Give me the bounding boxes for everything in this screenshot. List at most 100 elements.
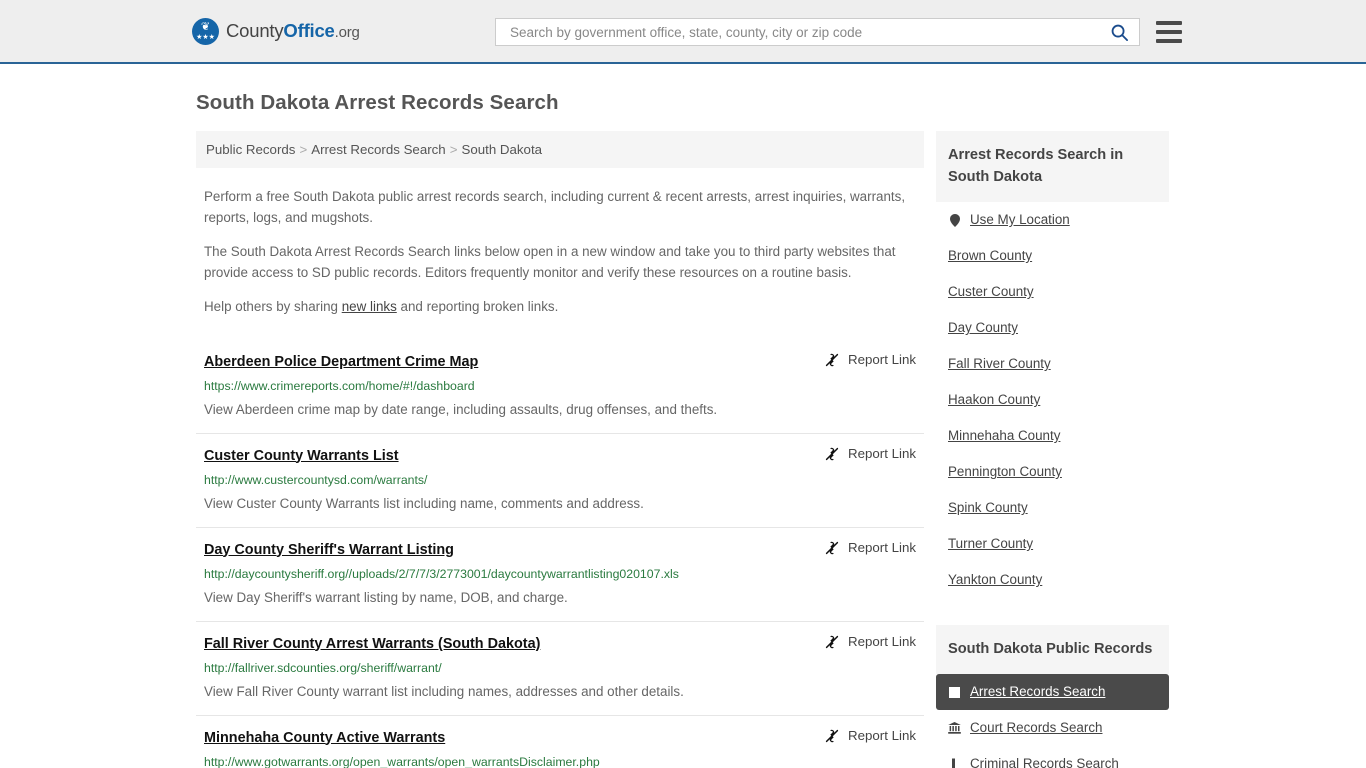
broken-link-icon — [825, 541, 839, 554]
sidebar: Arrest Records Search in South Dakota Us… — [936, 131, 1169, 768]
result-title-link[interactable]: Day County Sheriff's Warrant Listing — [204, 541, 454, 559]
result-url: http://fallriver.sdcounties.org/sheriff/… — [204, 660, 442, 675]
result-description: View Aberdeen crime map by date range, i… — [204, 401, 718, 417]
sidebar-counties-list: Use My Location Brown County Custer Coun… — [936, 202, 1169, 598]
report-link-button[interactable]: Report Link — [824, 540, 916, 556]
result-title-link[interactable]: Minnehaha County Active Warrants — [204, 729, 445, 747]
sidebar-link-minnehaha-county[interactable]: Minnehaha County — [948, 427, 1060, 445]
new-links-link[interactable]: new links — [342, 299, 397, 314]
sidebar-item-pennington-county[interactable]: Pennington County — [936, 454, 1169, 490]
site-logo[interactable]: ❦ ★★★ CountyOffice.org — [192, 17, 360, 45]
sidebar-link-brown-county[interactable]: Brown County — [948, 247, 1032, 265]
intro-paragraph-1: Perform a free South Dakota public arres… — [204, 189, 906, 225]
sidebar-item-criminal-records-search[interactable]: Criminal Records Search — [936, 746, 1169, 768]
sidebar-link-pennington-county[interactable]: Pennington County — [948, 463, 1062, 481]
result-item: Day County Sheriff's Warrant Listing Rep… — [196, 526, 924, 621]
breadcrumb-item-public-records[interactable]: Public Records — [206, 142, 295, 157]
sidebar-link-spink-county[interactable]: Spink County — [948, 499, 1028, 517]
content-columns: Public Records > Arrest Records Search > Sou… — [196, 131, 1174, 768]
sidebar-item-fall-river-county[interactable]: Fall River County — [936, 346, 1169, 382]
report-link-button[interactable]: Report Link — [824, 634, 916, 650]
sidebar-link-custer-county[interactable]: Custer County — [948, 283, 1034, 301]
logo-text: CountyOffice.org — [226, 20, 360, 42]
broken-link-icon — [825, 353, 839, 366]
report-link-label: Report Link — [848, 446, 916, 461]
result-item: Minnehaha County Active Warrants Report … — [196, 714, 924, 768]
breadcrumb-separator-1: > — [299, 142, 308, 157]
intro-paragraph-2: The South Dakota Arrest Records Search l… — [204, 244, 896, 280]
result-item: Fall River County Arrest Warrants (South… — [196, 620, 924, 715]
map-pin-icon — [948, 213, 961, 227]
result-url: https://www.crimereports.com/home/#!/das… — [204, 378, 475, 393]
logo-text-dotorg: .org — [334, 24, 360, 41]
breadcrumb-item-arrest-records-search[interactable]: Arrest Records Search — [311, 142, 446, 157]
eagle-glyph: ❦ — [200, 20, 211, 33]
sidebar-item-day-county[interactable]: Day County — [936, 310, 1169, 346]
sidebar-link-court-records-search[interactable]: Court Records Search — [970, 719, 1102, 737]
intro-section: Perform a free South Dakota public arres… — [196, 187, 924, 318]
sidebar-item-turner-county[interactable]: Turner County — [936, 526, 1169, 562]
sidebar-item-yankton-county[interactable]: Yankton County — [936, 562, 1169, 598]
result-item: Custer County Warrants List Report Link … — [196, 432, 924, 527]
broken-link-icon — [825, 729, 839, 742]
sidebar-item-custer-county[interactable]: Custer County — [936, 274, 1169, 310]
hamburger-bar-2 — [1156, 30, 1182, 34]
result-description: View Custer County Warrants list includi… — [204, 495, 644, 511]
breadcrumb: Public Records > Arrest Records Search > Sou… — [196, 131, 924, 168]
main-column: Public Records > Arrest Records Search > Sou… — [196, 131, 924, 768]
square-icon — [948, 686, 961, 698]
sidebar-item-minnehaha-county[interactable]: Minnehaha County — [936, 418, 1169, 454]
result-description: View Day Sheriff's warrant listing by na… — [204, 589, 568, 605]
logo-text-county: County — [226, 20, 284, 41]
header-search-area — [495, 18, 1182, 46]
sidebar-item-arrest-records-search[interactable]: Arrest Records Search — [936, 674, 1169, 710]
intro-p3-after: and reporting broken links. — [396, 299, 559, 314]
results-list: Aberdeen Police Department Crime Map Rep… — [196, 340, 924, 768]
search-button[interactable] — [1104, 23, 1135, 42]
sidebar-link-haakon-county[interactable]: Haakon County — [948, 391, 1040, 409]
bar-icon — [948, 758, 961, 768]
sidebar-item-use-my-location[interactable]: Use My Location — [936, 202, 1169, 238]
sidebar-link-yankton-county[interactable]: Yankton County — [948, 571, 1042, 589]
report-link-label: Report Link — [848, 728, 916, 743]
intro-paragraph-3: Help others by sharing new links and rep… — [204, 297, 916, 318]
site-header: ❦ ★★★ CountyOffice.org — [0, 0, 1366, 64]
search-box[interactable] — [495, 18, 1140, 46]
broken-link-icon — [825, 635, 839, 648]
sidebar-link-use-my-location[interactable]: Use My Location — [970, 211, 1070, 229]
countyoffice-logo-icon: ❦ ★★★ — [192, 17, 219, 45]
sidebar-link-turner-county[interactable]: Turner County — [948, 535, 1033, 553]
sidebar-item-haakon-county[interactable]: Haakon County — [936, 382, 1169, 418]
sidebar-link-criminal-records-search[interactable]: Criminal Records Search — [970, 755, 1119, 768]
sidebar-link-day-county[interactable]: Day County — [948, 319, 1018, 337]
result-title-link[interactable]: Aberdeen Police Department Crime Map — [204, 353, 478, 371]
report-link-label: Report Link — [848, 634, 916, 649]
report-link-label: Report Link — [848, 352, 916, 367]
report-link-button[interactable]: Report Link — [824, 728, 916, 744]
sidebar-item-brown-county[interactable]: Brown County — [936, 238, 1169, 274]
hamburger-menu-button[interactable] — [1156, 21, 1182, 43]
breadcrumb-separator-2: > — [449, 142, 458, 157]
report-link-label: Report Link — [848, 540, 916, 555]
result-url: http://www.gotwarrants.org/open_warrants… — [204, 754, 600, 768]
search-input[interactable] — [508, 23, 1104, 41]
page-container: South Dakota Arrest Records Search Publi… — [0, 91, 1366, 768]
sidebar-item-court-records-search[interactable]: Court Records Search — [936, 710, 1169, 746]
sidebar-counties-heading: Arrest Records Search in South Dakota — [936, 131, 1169, 202]
result-title-link[interactable]: Fall River County Arrest Warrants (South… — [204, 635, 540, 653]
result-description: View Fall River County warrant list incl… — [204, 683, 684, 699]
broken-link-icon — [825, 447, 839, 460]
intro-p3-before: Help others by sharing — [204, 299, 342, 314]
sidebar-link-fall-river-county[interactable]: Fall River County — [948, 355, 1051, 373]
courthouse-icon — [948, 722, 961, 734]
result-url: http://daycountysheriff.org//uploads/2/7… — [204, 566, 679, 581]
result-title-link[interactable]: Custer County Warrants List — [204, 447, 399, 465]
sidebar-records-heading: South Dakota Public Records — [936, 625, 1169, 674]
report-link-button[interactable]: Report Link — [824, 446, 916, 462]
search-icon — [1111, 24, 1129, 41]
sidebar-item-spink-county[interactable]: Spink County — [936, 490, 1169, 526]
sidebar-link-arrest-records-search[interactable]: Arrest Records Search — [970, 683, 1105, 701]
hamburger-bar-1 — [1156, 21, 1182, 25]
stars-glyph: ★★★ — [196, 33, 215, 41]
report-link-button[interactable]: Report Link — [824, 352, 916, 368]
